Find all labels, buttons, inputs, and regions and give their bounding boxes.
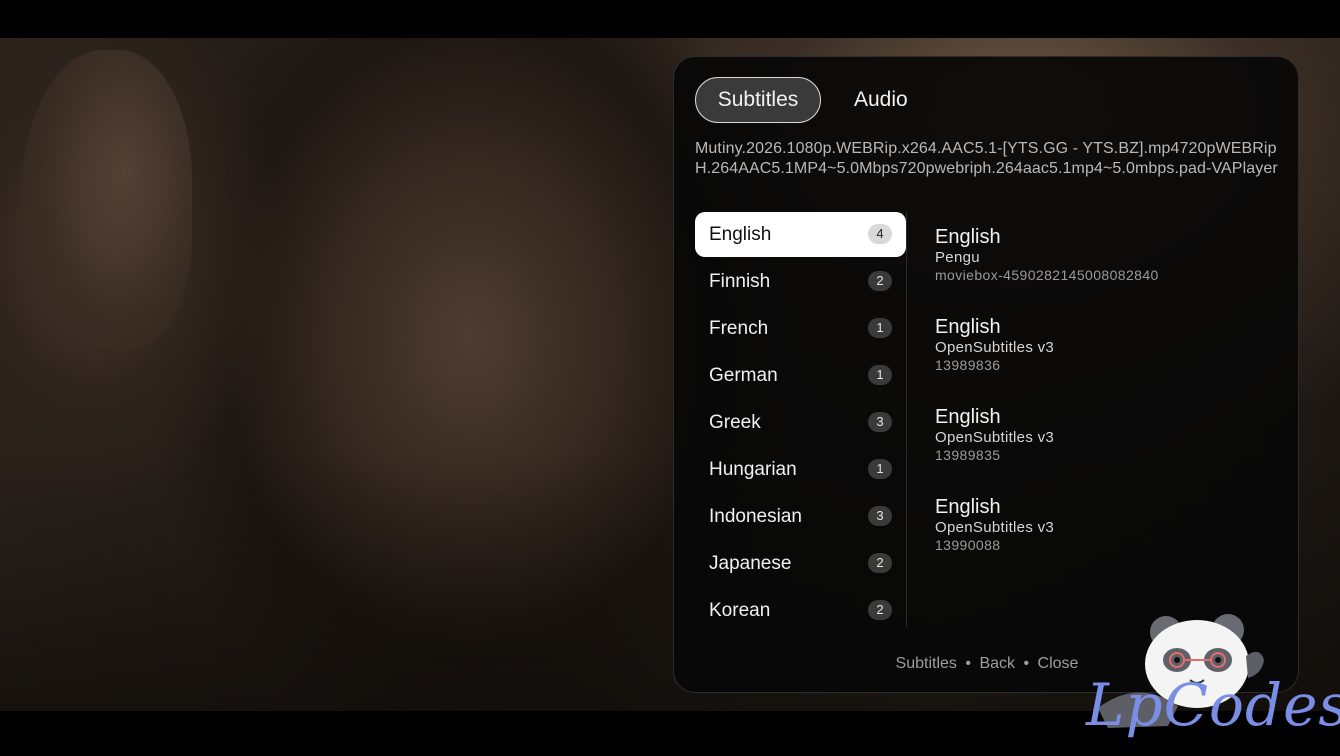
track-language: English xyxy=(935,226,1001,248)
language-item-finnish[interactable]: Finnish 2 xyxy=(695,259,906,304)
track-id: 13990088 xyxy=(935,537,1001,553)
column-divider xyxy=(906,212,907,627)
track-provider: OpenSubtitles v3 xyxy=(935,339,1055,356)
language-count-badge: 3 xyxy=(868,506,892,526)
track-id: 13989836 xyxy=(935,357,1001,373)
language-item-greek[interactable]: Greek 3 xyxy=(695,400,906,445)
language-list: English 4 Finnish 2 French 1 German 1 Gr… xyxy=(695,212,906,635)
language-name: English xyxy=(709,224,772,245)
video-detail xyxy=(22,50,192,350)
track-id: moviebox-4590282145008082840 xyxy=(935,267,1159,283)
language-count-badge: 2 xyxy=(868,271,892,291)
subtitles-panel: Subtitles Audio Mutiny.2026.1080p.WEBRip… xyxy=(673,56,1299,693)
language-name: French xyxy=(709,318,769,339)
language-count-badge: 1 xyxy=(868,318,892,338)
footer-subtitles[interactable]: Subtitles xyxy=(896,655,957,672)
track-language: English xyxy=(935,496,1001,518)
language-count-badge: 1 xyxy=(868,459,892,479)
subtitle-track-item[interactable]: English OpenSubtitles v3 13989835 xyxy=(935,405,1280,495)
footer-separator: • xyxy=(965,655,971,672)
panel-tabs: Subtitles Audio xyxy=(695,77,929,123)
track-provider: OpenSubtitles v3 xyxy=(935,519,1055,536)
media-filename: Mutiny.2026.1080p.WEBRip.x264.AAC5.1-[YT… xyxy=(695,140,1278,177)
track-language: English xyxy=(935,316,1001,338)
subtitle-track-item[interactable]: English Pengu moviebox-45902821450080828… xyxy=(935,225,1280,315)
language-item-hungarian[interactable]: Hungarian 1 xyxy=(695,447,906,492)
language-name: Japanese xyxy=(709,553,792,574)
footer-close[interactable]: Close xyxy=(1038,655,1079,672)
language-item-english[interactable]: English 4 xyxy=(695,212,906,257)
language-item-french[interactable]: French 1 xyxy=(695,306,906,351)
language-item-indonesian[interactable]: Indonesian 3 xyxy=(695,494,906,539)
watermark-logo: LpCodes xyxy=(1078,608,1340,748)
track-provider: OpenSubtitles v3 xyxy=(935,429,1055,446)
track-provider: Pengu xyxy=(935,249,980,266)
footer-separator: • xyxy=(1023,655,1030,672)
language-name: Finnish xyxy=(709,271,771,292)
tab-subtitles[interactable]: Subtitles xyxy=(695,77,821,123)
language-count-badge: 4 xyxy=(868,224,892,244)
footer-back[interactable]: Back xyxy=(979,655,1015,672)
language-count-badge: 2 xyxy=(868,600,892,620)
logo-wordmark: LpCodes xyxy=(1086,671,1340,739)
subtitle-track-list: English Pengu moviebox-45902821450080828… xyxy=(935,225,1280,585)
language-item-japanese[interactable]: Japanese 2 xyxy=(695,541,906,586)
subtitle-track-item[interactable]: English OpenSubtitles v3 13989836 xyxy=(935,315,1280,405)
language-name: German xyxy=(709,365,778,386)
language-item-german[interactable]: German 1 xyxy=(695,353,906,398)
language-name: Greek xyxy=(709,412,761,433)
language-count-badge: 1 xyxy=(868,365,892,385)
language-count-badge: 2 xyxy=(868,553,892,573)
track-language: English xyxy=(935,406,1001,428)
track-id: 13989835 xyxy=(935,447,1001,463)
language-name: Indonesian xyxy=(709,506,802,527)
language-item-korean[interactable]: Korean 2 xyxy=(695,588,906,633)
tab-audio[interactable]: Audio xyxy=(833,77,929,123)
language-name: Hungarian xyxy=(709,459,797,480)
language-name: Korean xyxy=(709,600,771,621)
subtitle-track-item[interactable]: English OpenSubtitles v3 13990088 xyxy=(935,495,1280,585)
language-count-badge: 3 xyxy=(868,412,892,432)
